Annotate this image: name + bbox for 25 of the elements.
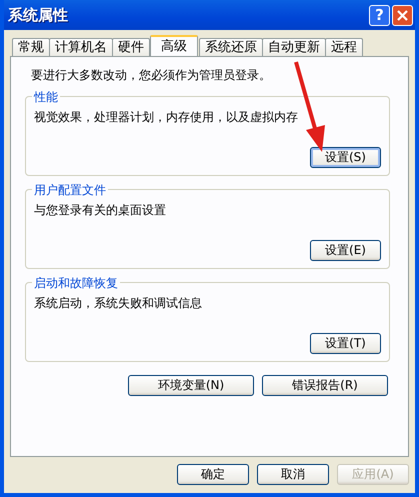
settings-button[interactable]: 设置(E)	[310, 240, 381, 261]
group-description: 与您登录有关的桌面设置	[34, 202, 167, 219]
dialog-button[interactable]: 错误报告(R)	[262, 375, 388, 396]
settings-button[interactable]: 设置(S)	[310, 147, 381, 168]
help-button[interactable]: ?	[369, 4, 390, 26]
dialog-button[interactable]: 取消	[257, 464, 329, 485]
settings-button[interactable]: 设置(T)	[310, 333, 381, 354]
close-icon	[397, 10, 408, 20]
notice-text: 要进行大多数改动，您必须作为管理员登录。	[31, 67, 272, 84]
dialog-button[interactable]: 环境变量(N)	[128, 375, 254, 396]
group-description: 视觉效果，处理器计划，内存使用，以及虚拟内存	[34, 109, 299, 126]
group-title: 性能	[32, 89, 60, 106]
tab[interactable]: 计算机名	[49, 38, 113, 56]
group-title: 启动和故障恢复	[32, 275, 120, 292]
tab[interactable]: 硬件	[112, 38, 150, 56]
tab[interactable]: 系统还原	[199, 38, 263, 56]
group-title: 用户配置文件	[32, 182, 108, 199]
tab[interactable]: 常规	[12, 38, 50, 56]
window-title: 系统属性	[8, 6, 69, 24]
dialog-button[interactable]: 确定	[177, 464, 249, 485]
group-description: 系统启动，系统失败和调试信息	[34, 295, 203, 312]
close-button[interactable]	[392, 4, 413, 26]
tab[interactable]: 高级	[150, 35, 198, 56]
tab[interactable]: 远程	[325, 38, 363, 56]
tab[interactable]: 自动更新	[262, 38, 326, 56]
